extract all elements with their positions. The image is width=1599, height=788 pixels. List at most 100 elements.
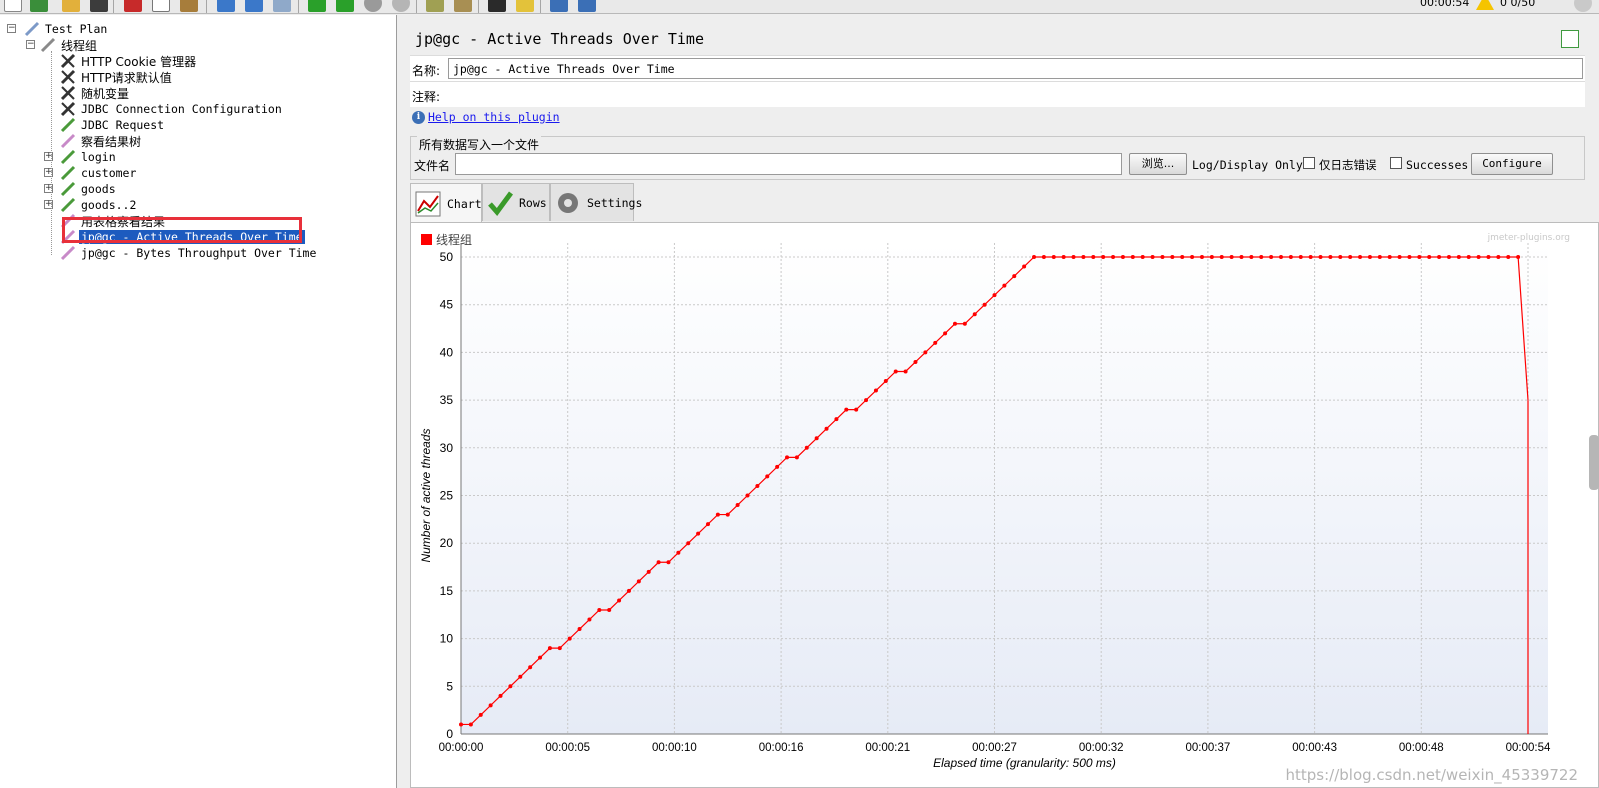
data-point <box>488 703 493 708</box>
data-point <box>676 550 681 555</box>
help-link[interactable]: Help on this plugin <box>428 110 560 124</box>
x-tick-label: 00:00:00 <box>439 742 484 754</box>
x-tick-label: 00:00:48 <box>1399 742 1444 754</box>
panel-title: jp@gc - Active Threads Over Time <box>415 30 704 48</box>
errors-only-label: 仅日志错误 <box>1319 158 1377 172</box>
tab-settings-label: Settings <box>587 195 643 210</box>
data-point <box>933 340 938 345</box>
data-point <box>577 627 582 632</box>
comment-field[interactable] <box>448 84 1583 105</box>
data-point <box>656 560 661 565</box>
data-point <box>1377 255 1382 259</box>
data-point <box>547 646 552 651</box>
data-point <box>587 617 592 622</box>
chart-area: jmeter-plugins.org 0 5 10 15 20 25 30 35 40 45 50 0… <box>410 222 1599 788</box>
data-point <box>607 607 612 612</box>
data-point <box>705 522 710 527</box>
data-point <box>1051 255 1056 259</box>
data-point <box>538 655 543 660</box>
data-point <box>478 712 483 717</box>
data-point <box>626 588 631 593</box>
data-point <box>1199 255 1204 259</box>
scrollbar-thumb[interactable] <box>1589 435 1599 490</box>
successes-checkbox[interactable] <box>1390 157 1402 169</box>
name-label: 名称: <box>412 64 441 78</box>
tab-rows[interactable]: Rows <box>482 183 550 221</box>
tab-chart-label: Chart <box>447 196 482 211</box>
data-point <box>854 407 859 412</box>
data-point <box>617 598 622 603</box>
tab-rows-label: Rows <box>519 195 547 210</box>
data-point <box>913 359 918 364</box>
data-point <box>1022 264 1027 269</box>
y-tick-label: 30 <box>440 441 454 455</box>
data-point <box>725 512 730 517</box>
rows-checkmark-icon <box>487 190 514 216</box>
data-point <box>814 436 819 441</box>
name-row: 名称: jp@gc - Active Threads Over Time <box>410 55 1585 81</box>
data-point <box>1130 255 1135 259</box>
data-point <box>715 512 720 517</box>
data-point <box>834 417 839 422</box>
data-point <box>1288 255 1293 259</box>
data-point <box>952 321 957 326</box>
data-point <box>1219 255 1224 259</box>
name-field[interactable]: jp@gc - Active Threads Over Time <box>448 58 1583 79</box>
data-point <box>992 293 997 298</box>
data-point <box>1091 255 1096 259</box>
data-point <box>666 560 671 565</box>
errors-only-checkbox[interactable] <box>1303 157 1315 169</box>
x-tick-label: 00:00:05 <box>545 742 590 754</box>
configure-button[interactable]: Configure <box>1471 153 1553 175</box>
data-point <box>1101 255 1106 259</box>
data-point <box>1397 255 1402 259</box>
data-point <box>1061 255 1066 259</box>
data-point <box>1367 255 1372 259</box>
data-point <box>1466 255 1471 259</box>
csdn-watermark: https://blog.csdn.net/weixin_45339722 <box>1285 766 1578 784</box>
filename-field[interactable] <box>455 153 1122 175</box>
data-point <box>1358 255 1363 259</box>
data-point <box>804 445 809 450</box>
data-point <box>1259 255 1264 259</box>
active-threads-chart: 0 5 10 15 20 25 30 35 40 45 50 00:00:00 00:00:05 00:0… <box>419 232 1551 770</box>
x-tick-label: 00:00:16 <box>759 742 804 754</box>
data-point <box>1516 255 1521 259</box>
data-point <box>1071 255 1076 259</box>
x-tick-label: 00:00:32 <box>1079 742 1124 754</box>
data-point <box>972 312 977 317</box>
data-point <box>1140 255 1145 259</box>
data-point <box>765 474 770 479</box>
settings-gear-icon <box>555 190 581 216</box>
tab-settings[interactable]: Settings <box>550 183 642 221</box>
data-point <box>1279 255 1284 259</box>
data-point <box>903 369 908 374</box>
data-point <box>1012 274 1017 279</box>
jmeter-window: 00:00:54 0 0/50 − Test Plan − 线程组 HTTP Cooki… <box>0 0 1599 788</box>
data-point <box>557 646 562 651</box>
data-point <box>1446 255 1451 259</box>
data-point <box>528 665 533 670</box>
data-point <box>1190 255 1195 259</box>
data-point <box>1209 255 1214 259</box>
data-point <box>498 693 503 698</box>
data-point <box>1041 255 1046 259</box>
data-point <box>1269 255 1274 259</box>
data-point <box>923 350 928 355</box>
data-point <box>459 722 463 727</box>
data-point <box>873 388 878 393</box>
maximize-icon[interactable] <box>1561 30 1579 48</box>
data-point <box>1456 255 1461 259</box>
successes-label: Successes <box>1406 158 1469 172</box>
data-point <box>1427 255 1432 259</box>
info-icon: i <box>412 110 425 124</box>
y-tick-label: 45 <box>440 298 454 312</box>
data-point <box>735 503 740 508</box>
data-point <box>943 331 948 336</box>
chart-icon <box>415 191 441 217</box>
x-tick-label: 00:00:37 <box>1186 742 1231 754</box>
browse-button[interactable]: 浏览... <box>1129 153 1187 175</box>
data-point <box>686 541 691 546</box>
y-tick-label: 0 <box>446 727 453 741</box>
tab-chart[interactable]: Chart <box>410 183 482 223</box>
